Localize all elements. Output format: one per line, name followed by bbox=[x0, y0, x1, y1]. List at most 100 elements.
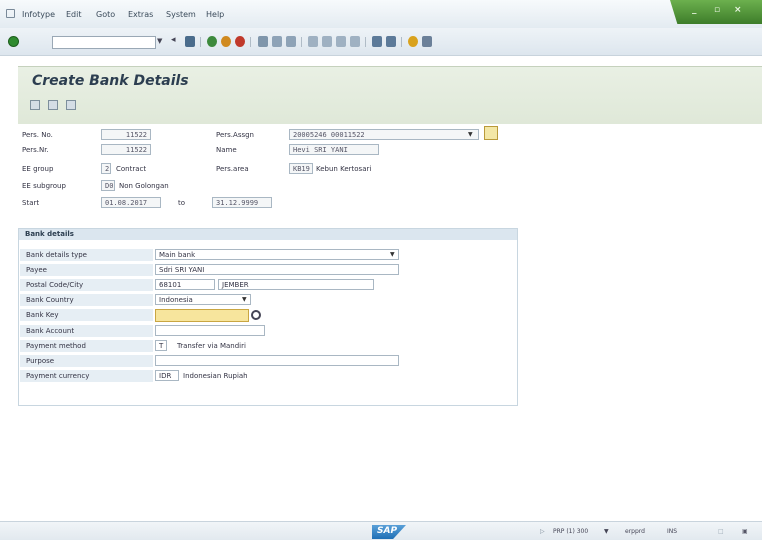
command-history-dropdown-icon[interactable]: ▼ bbox=[157, 37, 162, 45]
chevron-down-icon[interactable]: ▼ bbox=[390, 251, 395, 258]
to-label: to bbox=[178, 199, 186, 207]
session-icon[interactable]: ▣ bbox=[742, 528, 748, 535]
standard-toolbar: ▼ ◂ bbox=[0, 28, 762, 56]
system-menu-icon[interactable] bbox=[6, 9, 15, 18]
toolbar-separator bbox=[401, 37, 402, 47]
name-field: Hevi SRI YANI bbox=[289, 144, 379, 155]
menu-edit[interactable]: Edit bbox=[66, 10, 82, 19]
pers-assign-label: Pers.Assgn bbox=[216, 131, 254, 139]
close-icon[interactable]: × bbox=[734, 5, 742, 15]
pers-nr-label: Pers.Nr. bbox=[22, 146, 49, 154]
city-field[interactable]: JEMBER bbox=[218, 279, 374, 290]
find-icon[interactable] bbox=[272, 36, 282, 47]
bank-details-title: Bank details bbox=[19, 229, 517, 240]
sap-logo: SAP bbox=[372, 525, 406, 539]
payee-label: Payee bbox=[20, 264, 153, 276]
minimize-icon[interactable]: _ bbox=[692, 5, 697, 15]
bank-account-field[interactable] bbox=[155, 325, 265, 336]
purpose-label: Purpose bbox=[20, 355, 153, 367]
chevron-down-icon[interactable]: ▼ bbox=[468, 131, 473, 138]
ee-subgroup-label: EE subgroup bbox=[22, 182, 66, 190]
last-page-icon[interactable] bbox=[350, 36, 360, 47]
bank-country-dropdown[interactable]: Indonesia bbox=[155, 294, 251, 305]
payment-currency-field[interactable]: IDR bbox=[155, 370, 179, 381]
cancel-icon[interactable] bbox=[235, 36, 245, 47]
save-icon[interactable] bbox=[185, 36, 195, 47]
next-page-icon[interactable] bbox=[336, 36, 346, 47]
start-label: Start bbox=[22, 199, 40, 207]
back-nav-icon[interactable]: ◂ bbox=[171, 35, 181, 46]
toolbar-separator bbox=[365, 37, 366, 47]
bank-details-group: Bank details Bank details type Main bank… bbox=[18, 228, 518, 406]
pers-no-field: 11522 bbox=[101, 129, 151, 140]
bank-key-label: Bank Key bbox=[20, 309, 153, 321]
menu-extras[interactable]: Extras bbox=[128, 10, 153, 19]
restore-icon[interactable]: ▫ bbox=[714, 5, 720, 15]
upload-icon[interactable] bbox=[66, 100, 76, 110]
server-info: erpprd bbox=[625, 528, 645, 535]
purpose-field[interactable] bbox=[155, 355, 399, 366]
customize-layout-icon[interactable] bbox=[422, 36, 432, 47]
menu-help[interactable]: Help bbox=[206, 10, 224, 19]
name-label: Name bbox=[216, 146, 237, 154]
new-session-icon[interactable] bbox=[372, 36, 382, 47]
postal-code-field[interactable]: 68101 bbox=[155, 279, 215, 290]
payment-currency-label: Payment currency bbox=[20, 370, 153, 382]
pers-assign-dropdown[interactable]: 20005246 00011522 bbox=[289, 129, 479, 140]
pers-area-text: Kebun Kertosari bbox=[316, 165, 372, 173]
payee-field[interactable]: Sdri SRI YANI bbox=[155, 264, 399, 275]
pers-area-label: Pers.area bbox=[216, 165, 249, 173]
menu-bar: Infotype Edit Goto Extras System Help _ … bbox=[0, 0, 762, 28]
search-help-icon[interactable] bbox=[251, 310, 261, 320]
assignments-overview-icon[interactable] bbox=[484, 126, 498, 140]
payment-currency-text: Indonesian Rupiah bbox=[183, 372, 248, 380]
payment-method-label: Payment method bbox=[20, 340, 153, 352]
menu-goto[interactable]: Goto bbox=[96, 10, 115, 19]
help-icon[interactable] bbox=[408, 36, 418, 47]
start-date-field: 01.08.2017 bbox=[101, 197, 161, 208]
back-icon[interactable] bbox=[207, 36, 217, 47]
pers-area-code: KB19 bbox=[289, 163, 313, 174]
ee-subgroup-text: Non Golongan bbox=[119, 182, 169, 190]
ee-group-code: 2 bbox=[101, 163, 111, 174]
chevron-down-icon[interactable]: ▼ bbox=[242, 296, 247, 303]
payment-method-field[interactable]: T bbox=[155, 340, 167, 351]
bank-key-field[interactable] bbox=[155, 309, 249, 322]
postal-code-city-label: Postal Code/City bbox=[20, 279, 153, 291]
input-mode[interactable]: INS bbox=[667, 528, 677, 535]
exit-icon[interactable] bbox=[221, 36, 231, 47]
shortcut-icon[interactable] bbox=[386, 36, 396, 47]
bank-account-label: Bank Account bbox=[20, 325, 153, 337]
title-area: Create Bank Details bbox=[18, 66, 762, 124]
payment-method-text: Transfer via Mandiri bbox=[177, 342, 246, 350]
create-record-icon[interactable] bbox=[30, 100, 40, 110]
status-toggle-icon[interactable]: ▷ bbox=[540, 528, 545, 535]
page-title: Create Bank Details bbox=[32, 73, 189, 89]
menu-system[interactable]: System bbox=[166, 10, 196, 19]
ee-subgroup-code: D0 bbox=[101, 180, 115, 191]
first-page-icon[interactable] bbox=[308, 36, 318, 47]
toolbar-separator bbox=[200, 37, 201, 47]
print-icon[interactable] bbox=[258, 36, 268, 47]
lock-icon: □ bbox=[718, 528, 724, 535]
pers-no-label: Pers. No. bbox=[22, 131, 53, 139]
end-date-field: 31.12.9999 bbox=[212, 197, 272, 208]
system-info[interactable]: PRP (1) 300 bbox=[553, 528, 588, 535]
chevron-down-icon[interactable]: ▼ bbox=[604, 528, 609, 535]
change-record-icon[interactable] bbox=[48, 100, 58, 110]
enter-button[interactable] bbox=[8, 36, 19, 47]
ee-group-text: Contract bbox=[116, 165, 147, 173]
ee-group-label: EE group bbox=[22, 165, 54, 173]
toolbar-separator bbox=[250, 37, 251, 47]
menu-infotype[interactable]: Infotype bbox=[22, 10, 55, 19]
previous-page-icon[interactable] bbox=[322, 36, 332, 47]
command-field[interactable] bbox=[52, 36, 156, 49]
status-bar: SAP ▷ PRP (1) 300 ▼ erpprd INS □ ▣ bbox=[0, 521, 762, 540]
bank-details-type-dropdown[interactable]: Main bank bbox=[155, 249, 399, 260]
bank-details-type-label: Bank details type bbox=[20, 249, 153, 261]
bank-country-label: Bank Country bbox=[20, 294, 153, 306]
find-next-icon[interactable] bbox=[286, 36, 296, 47]
window-controls: _ ▫ × bbox=[670, 0, 762, 24]
pers-nr-field: 11522 bbox=[101, 144, 151, 155]
toolbar-separator bbox=[301, 37, 302, 47]
